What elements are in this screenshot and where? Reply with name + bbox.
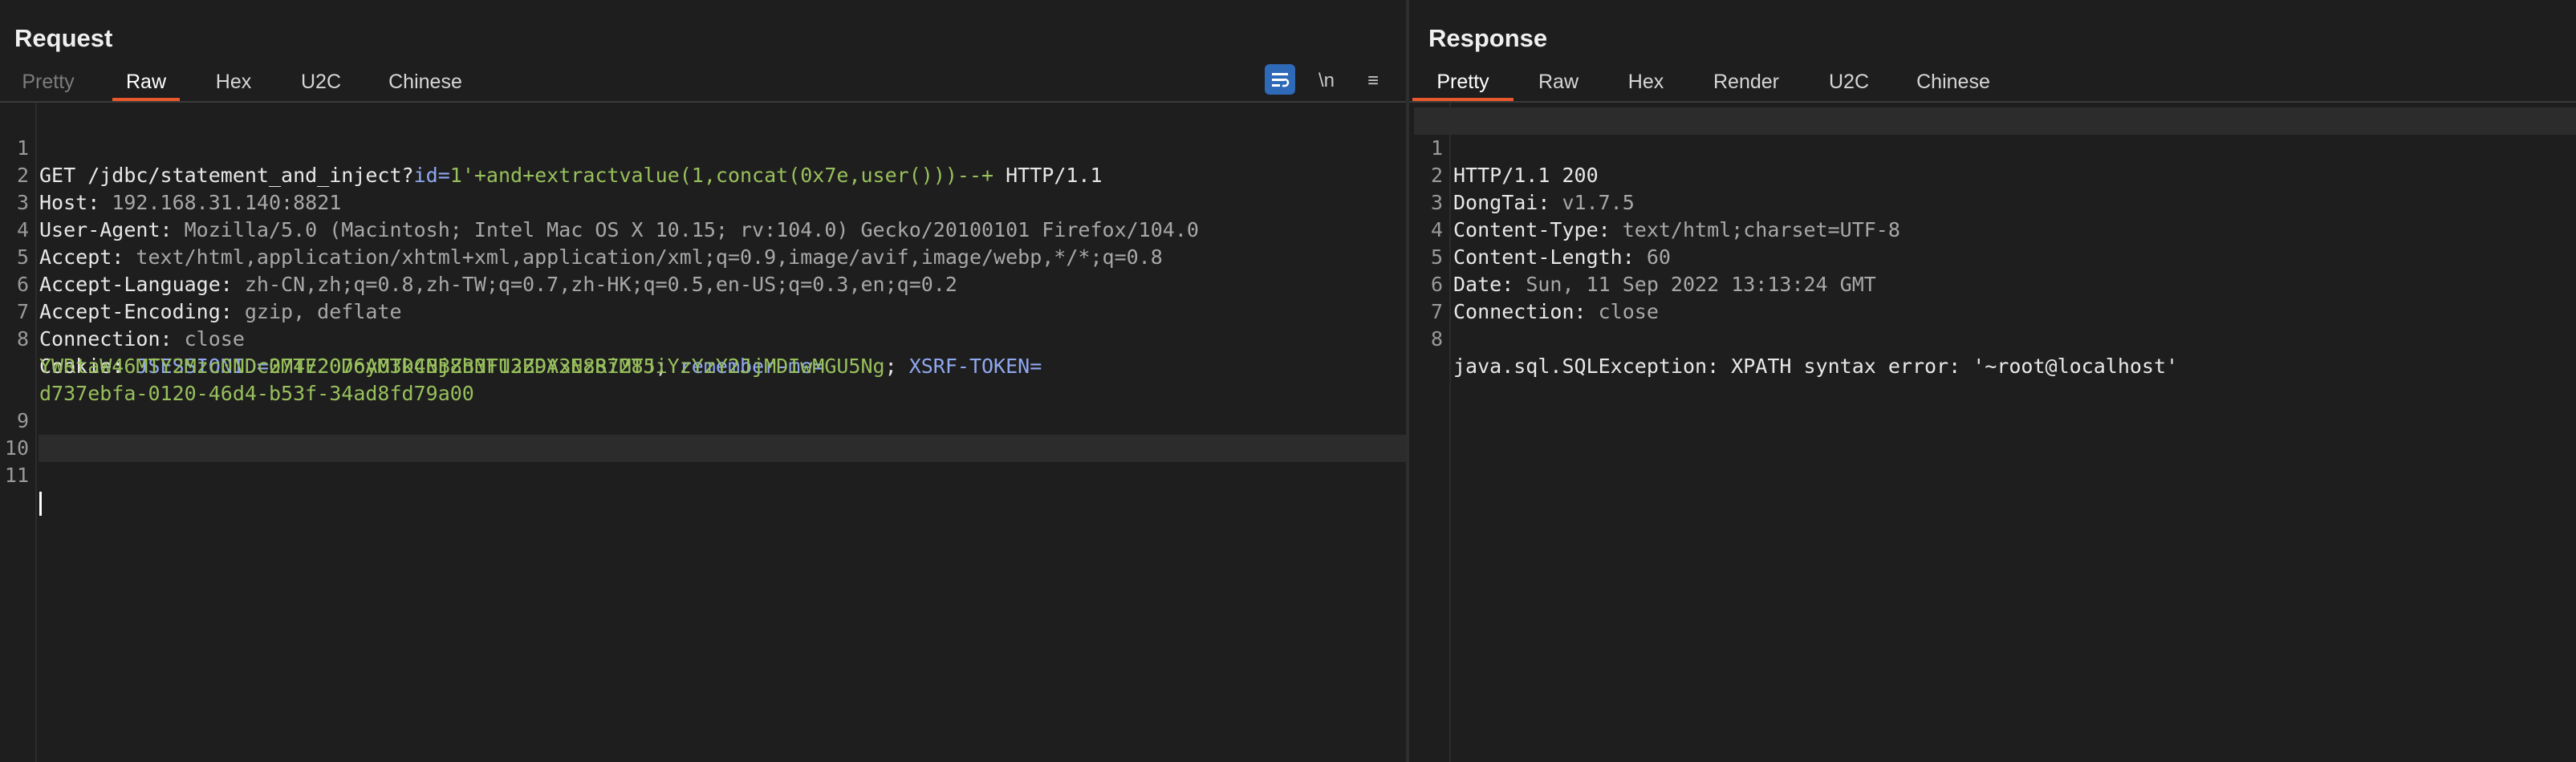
- response-tab-pretty[interactable]: Pretty: [1412, 66, 1514, 101]
- response-panel: Response Pretty Raw Hex Render U2C Chine…: [1409, 0, 2576, 762]
- response-line: 2 DongTai: v1.7.5: [1414, 135, 2576, 214]
- request-line-wrapped: d737ebfa-0120-46d4-b53f-34ad8fd79a00: [0, 353, 1406, 405]
- response-line-current: 1 HTTP/1.1 200: [1414, 107, 2576, 187]
- request-line: 2 Host: 192.168.31.140:8821: [0, 135, 1406, 214]
- response-line: 7: [1414, 271, 2576, 323]
- request-tab-u2c[interactable]: U2C: [299, 66, 343, 101]
- text-caret: [39, 492, 42, 516]
- response-editor[interactable]: 1 HTTP/1.1 200 2 DongTai: v1.7.5 3 Conte…: [1414, 107, 2576, 762]
- request-title: Request: [14, 24, 113, 52]
- request-line: 5 Accept-Language: zh-CN,zh;q=0.8,zh-TW;…: [0, 217, 1406, 296]
- request-tab-raw[interactable]: Raw: [112, 66, 180, 101]
- response-tab-chinese[interactable]: Chinese: [1915, 66, 1992, 101]
- request-tab-divider: [0, 101, 1406, 103]
- request-line: 3 User-Agent: Mozilla/5.0 (Macintosh; In…: [0, 162, 1406, 241]
- request-tab-hex[interactable]: Hex: [213, 66, 254, 101]
- response-body: java.sql.SQLException: XPATH syntax erro…: [1453, 355, 2179, 378]
- response-line: 3 Content-Type: text/html;charset=UTF-8: [1414, 162, 2576, 241]
- response-tab-render[interactable]: Render: [1711, 66, 1782, 101]
- request-line: 6 Accept-Encoding: gzip, deflate: [0, 244, 1406, 323]
- request-line: 4 Accept: text/html,application/xhtml+xm…: [0, 189, 1406, 269]
- response-title: Response: [1428, 24, 1548, 52]
- request-line: 7 Connection: close: [0, 271, 1406, 351]
- request-line: 10: [0, 407, 1406, 460]
- response-tab-u2c[interactable]: U2C: [1826, 66, 1871, 101]
- response-line: 5 Date: Sun, 11 Sep 2022 13:13:24 GMT: [1414, 217, 2576, 296]
- menu-icon[interactable]: ≡: [1358, 66, 1388, 96]
- request-tab-pretty[interactable]: Pretty: [19, 66, 77, 101]
- request-line: 9 Upgrade-Insecure-Requests: 1: [0, 380, 1406, 460]
- response-tab-raw[interactable]: Raw: [1536, 66, 1581, 101]
- request-editor[interactable]: 1 GET /jdbc/statement_and_inject?id=1'+a…: [0, 107, 1406, 762]
- response-line: 8 java.sql.SQLException: XPATH syntax er…: [1414, 298, 2576, 378]
- newline-toggle-button[interactable]: \n: [1311, 66, 1342, 96]
- request-tabs: Pretty Raw Hex U2C Chinese: [0, 66, 1406, 101]
- request-line-current: 11: [5, 435, 1406, 516]
- request-line: 1 GET /jdbc/statement_and_inject?id=1'+a…: [0, 107, 1406, 187]
- wrap-lines-icon: [1272, 73, 1290, 87]
- response-tab-divider: [1409, 101, 2576, 103]
- response-tabs: Pretty Raw Hex Render U2C Chinese: [1409, 66, 2576, 101]
- line-number: 10: [4, 436, 29, 460]
- request-line-wrapped: YWRtaW46MTY2Mzc0NDc2MTE2ODoyMTk4NjZhNTU2…: [39, 355, 1042, 378]
- line-number: 8: [1430, 327, 1443, 351]
- line-number: 11: [4, 464, 29, 487]
- wrap-lines-button[interactable]: [1265, 64, 1295, 95]
- response-line: 6 Connection: close: [1414, 244, 2576, 323]
- request-tab-chinese[interactable]: Chinese: [387, 66, 464, 101]
- request-panel: Request Pretty Raw Hex U2C Chinese \n ≡ …: [0, 0, 1406, 762]
- response-line: 4 Content-Length: 60: [1414, 189, 2576, 269]
- response-tab-hex[interactable]: Hex: [1626, 66, 1666, 101]
- request-line: 8 Cookie: JSESSIONID=07472076A03DCBB8B3F…: [0, 298, 1406, 378]
